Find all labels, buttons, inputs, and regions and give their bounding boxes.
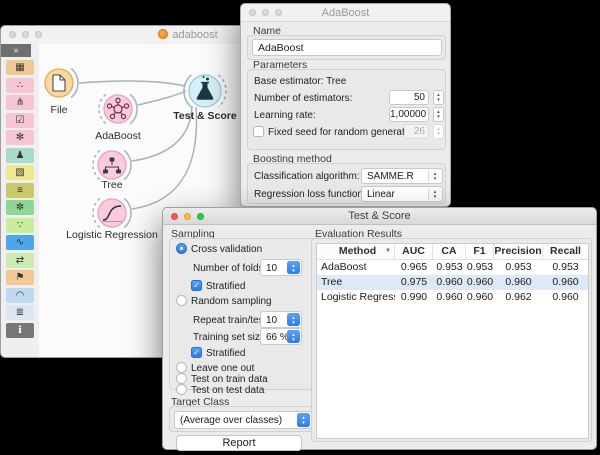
cross-validation-label: Cross validation (191, 244, 262, 255)
stratified-checkbox-1[interactable]: ✓ (191, 280, 202, 291)
toolbox-item-network-icon[interactable]: ✼ (6, 200, 34, 215)
filter-icon[interactable]: ▼ (385, 244, 391, 259)
fixed-seed-checkbox[interactable] (253, 126, 264, 137)
table-row-adaboost[interactable]: AdaBoost 0.965 0.953 0.953 0.953 0.953 (317, 260, 588, 275)
name-groupbox: AdaBoost (247, 35, 446, 60)
number-of-folds-label: Number of folds: (193, 263, 266, 274)
boosting-groupbox: Classification algorithm: SAMME.R ▲▼ Reg… (247, 163, 446, 204)
toolbox-item-spectra-icon[interactable]: ◠ (6, 288, 34, 303)
test-on-train-label: Test on train data (191, 374, 268, 385)
test-on-test-label: Test on test data (191, 385, 264, 396)
target-class-select[interactable]: (Average over classes) ▲▼ (174, 411, 312, 429)
toolbox-item-education-icon[interactable]: ⚑ (6, 270, 34, 285)
link-logreg-testscore (132, 107, 196, 209)
chevron-updown-icon: ▲▼ (287, 330, 300, 343)
toolbox-item-transform-icon[interactable]: ⇄ (6, 253, 34, 268)
stratified-checkbox-2[interactable]: ✓ (191, 347, 202, 358)
test-on-train-radio[interactable] (176, 373, 187, 384)
regression-loss-select[interactable]: Linear ▲▼ (361, 186, 443, 202)
node-label-file: File (51, 104, 68, 116)
training-set-size-select[interactable]: 66 % ▲▼ (260, 328, 302, 345)
node-logistic-regression[interactable]: Logistic Regression (66, 199, 158, 241)
classification-algorithm-label: Classification algorithm: (254, 171, 360, 182)
toolbox-item-items-icon[interactable]: ≡ (6, 183, 34, 198)
random-sampling-label: Random sampling (191, 296, 272, 307)
node-label-logistic-regression: Logistic Regression (66, 229, 158, 241)
num-estimators-label: Number of estimators: (254, 93, 352, 104)
toolbox-item-text-icon[interactable]: ≣ (6, 305, 34, 320)
adaboost-dialog-title: AdaBoost (241, 7, 450, 19)
repeat-train-test-select[interactable]: 10 ▲▼ (260, 311, 302, 328)
node-label-test-score: Test & Score (173, 110, 237, 122)
app-icon (158, 29, 168, 39)
learning-rate-input[interactable]: 1,00000 (389, 107, 429, 122)
toolbox-toggle-button[interactable]: » (1, 44, 31, 57)
num-estimators-stepper[interactable]: ▲▼ (433, 90, 444, 105)
adaboost-dialog: AdaBoost Name AdaBoost Parameters Base e… (240, 3, 451, 207)
random-sampling-radio[interactable] (176, 295, 187, 306)
learning-rate-label: Learning rate: (254, 110, 316, 121)
leave-one-out-radio[interactable] (176, 362, 187, 373)
num-estimators-input[interactable]: 50 (389, 90, 429, 105)
test-on-test-radio[interactable] (176, 384, 187, 395)
results-table-header: Method▼ AUC CA F1 Precision Recall (317, 244, 588, 260)
toolbox-item-knn-icon[interactable]: ♟ (6, 148, 34, 163)
results-table: Method▼ AUC CA F1 Precision Recall AdaBo… (316, 243, 589, 439)
chevron-updown-icon: ▲▼ (287, 261, 300, 274)
widget-toolbox: » ▦ ∴ ⋔ ☑ ✻ ♟ ▧ ≡ ✼ ∵ ∿ ⇄ ⚑ ◠ ≣ ℹ (1, 44, 40, 357)
test-score-dialog: Test & Score Sampling Cross validation N… (162, 207, 597, 450)
stratified-label-2: Stratified (206, 348, 245, 359)
toolbox-item-info-doc-icon[interactable]: ℹ (6, 323, 34, 338)
node-tree[interactable]: Tree (98, 151, 126, 191)
toolbox-item-data-table-icon[interactable]: ▦ (6, 60, 34, 75)
repeat-train-test-label: Repeat train/test: (193, 315, 269, 326)
number-of-folds-select[interactable]: 10 ▲▼ (260, 259, 302, 276)
toolbox-item-scatter-plot-icon[interactable]: ∴ (6, 78, 34, 93)
learning-rate-stepper[interactable]: ▲▼ (433, 107, 444, 122)
toolbox-item-rules-icon[interactable]: ☑ (6, 113, 34, 128)
chevron-updown-icon: ▲▼ (428, 188, 441, 200)
base-estimator-label: Base estimator: Tree (254, 76, 346, 87)
training-set-size-label: Training set size: (193, 332, 268, 343)
fixed-seed-stepper[interactable]: ▲▼ (433, 124, 444, 139)
toolbox-item-points-icon[interactable]: ∵ (6, 218, 34, 233)
chevron-updown-icon: ▲▼ (297, 413, 310, 427)
toolbox-item-line-chart-icon[interactable]: ∿ (6, 235, 34, 250)
parameters-groupbox: Base estimator: Tree Number of estimator… (247, 69, 446, 150)
table-row-logistic-regression[interactable]: Logistic Regression 0.990 0.960 0.960 0.… (317, 290, 588, 305)
fixed-seed-input[interactable]: 26 (404, 124, 429, 139)
link-adaboost-testscore (138, 91, 186, 105)
node-test-score[interactable]: Test & Score (173, 75, 237, 122)
node-label-tree: Tree (101, 179, 122, 191)
link-file-testscore (79, 81, 185, 86)
regression-loss-label: Regression loss function: (254, 189, 366, 200)
fixed-seed-label: Fixed seed for random generator: (268, 127, 416, 138)
toolbox-item-image-icon[interactable]: ▧ (6, 165, 34, 180)
chevron-updown-icon: ▲▼ (287, 313, 300, 326)
testscore-dialog-title: Test & Score (163, 210, 596, 222)
leave-one-out-label: Leave one out (191, 363, 254, 374)
sampling-groupbox: Cross validation Number of folds: 10 ▲▼ … (169, 238, 315, 390)
cross-validation-radio[interactable] (176, 243, 187, 254)
adaboost-titlebar[interactable]: AdaBoost (241, 4, 450, 22)
testscore-titlebar[interactable]: Test & Score (163, 208, 596, 225)
report-button[interactable]: Report (176, 435, 302, 451)
evaluation-results-groupbox: Method▼ AUC CA F1 Precision Recall AdaBo… (311, 238, 592, 442)
table-row-tree[interactable]: Tree 0.975 0.960 0.960 0.960 0.960 (317, 275, 588, 290)
target-class-groupbox: (Average over classes) ▲▼ (169, 406, 315, 432)
toolbox-item-cluster-icon[interactable]: ✻ (6, 130, 34, 145)
node-file[interactable]: File (45, 69, 73, 116)
toolbox-item-tree-icon[interactable]: ⋔ (6, 95, 34, 110)
stratified-label-1: Stratified (206, 281, 245, 292)
classification-algorithm-select[interactable]: SAMME.R ▲▼ (361, 168, 443, 184)
name-input[interactable]: AdaBoost (252, 39, 442, 56)
node-label-adaboost: AdaBoost (95, 130, 141, 142)
chevron-updown-icon: ▲▼ (428, 170, 441, 182)
